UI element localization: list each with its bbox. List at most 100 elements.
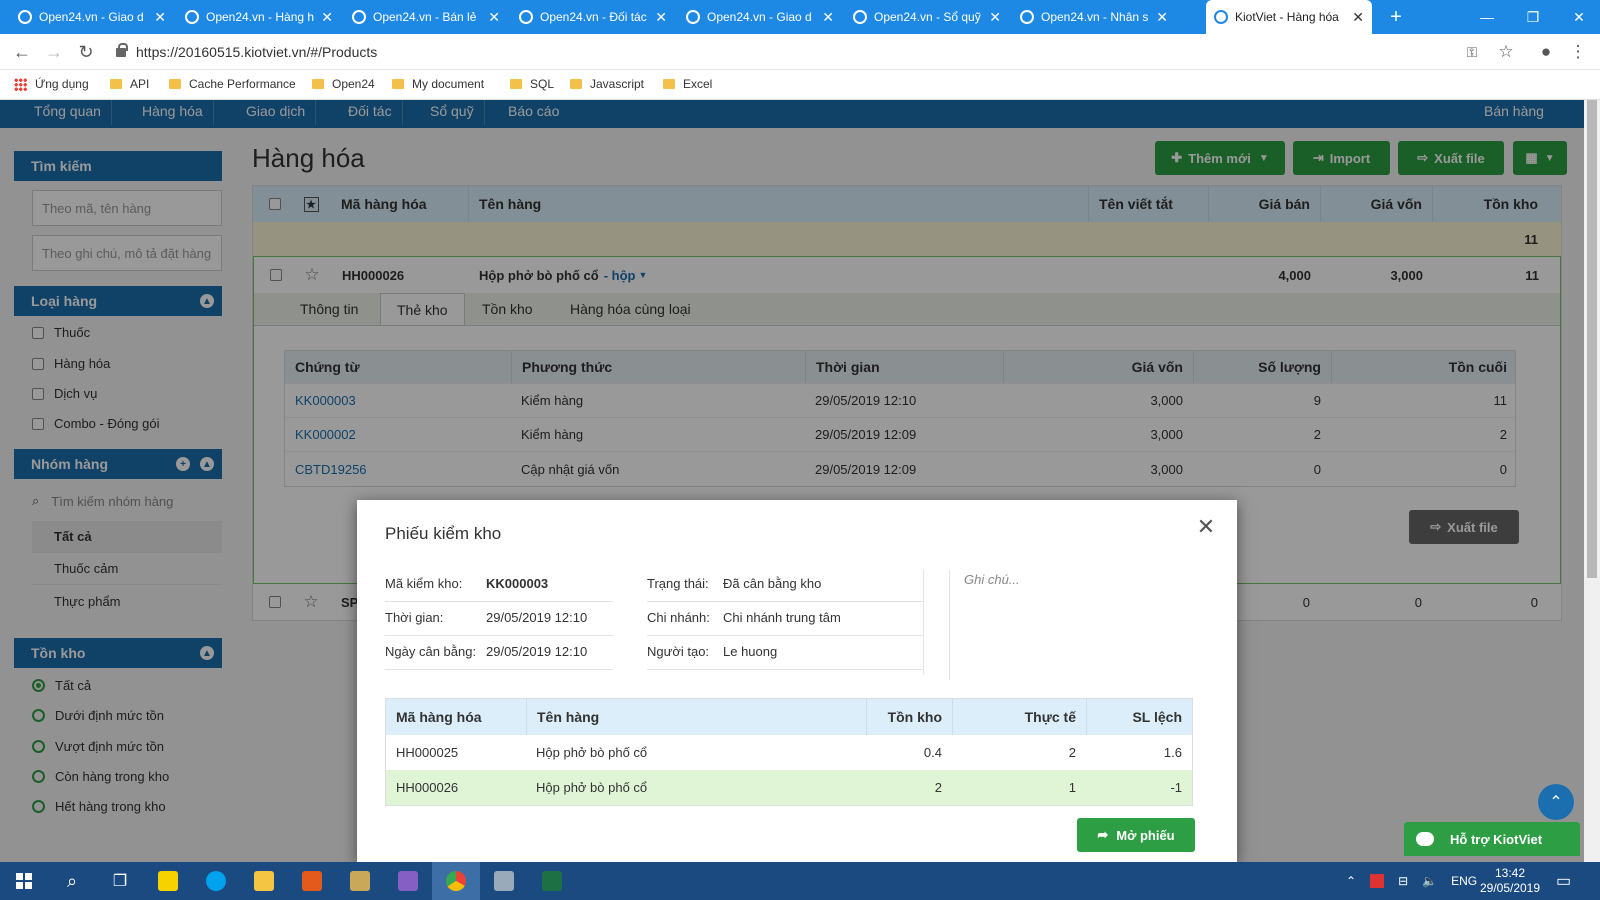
bookmark-item[interactable]: API bbox=[110, 77, 149, 91]
close-tab-icon[interactable]: ✕ bbox=[1156, 9, 1168, 26]
bookmark-item[interactable]: SQL bbox=[510, 77, 554, 91]
time-label: Thời gian: bbox=[385, 610, 444, 625]
folder-icon bbox=[510, 79, 522, 89]
bookmark-item[interactable]: Excel bbox=[663, 77, 712, 91]
url-text: https://20160515.kiotviet.vn/#/Products bbox=[136, 44, 378, 60]
system-tray: ⌃ ⊟ 🔈 ENG bbox=[1346, 862, 1477, 900]
chrome-icon[interactable] bbox=[432, 862, 480, 900]
address-bar-row: ← → ↻ https://20160515.kiotviet.vn/#/Pro… bbox=[0, 34, 1600, 70]
open24-favicon-icon bbox=[1020, 10, 1034, 24]
divider bbox=[385, 669, 613, 670]
folder-icon bbox=[110, 79, 122, 89]
minimize-button[interactable]: — bbox=[1464, 0, 1510, 34]
browser-tab[interactable]: Open24.vn - Sổ quỹ ✕ bbox=[845, 0, 1009, 34]
key-icon[interactable]: ⚿ bbox=[1460, 40, 1484, 64]
folder-icon bbox=[169, 79, 181, 89]
bookmarks-bar: Ứng dụng API Cache Performance Open24 My… bbox=[0, 70, 1600, 100]
support-chat-button[interactable]: Hỗ trợ KiotViet bbox=[1404, 822, 1580, 856]
close-tab-icon[interactable]: ✕ bbox=[1352, 9, 1364, 26]
bookmark-label: Ứng dụng bbox=[35, 77, 89, 91]
modal-title: Phiếu kiểm kho bbox=[385, 524, 502, 543]
file-explorer-icon[interactable] bbox=[240, 862, 288, 900]
chat-bubble-icon bbox=[1416, 832, 1434, 846]
browser-tab[interactable]: Open24.vn - Nhân s ✕ bbox=[1012, 0, 1176, 34]
divider bbox=[647, 635, 923, 636]
page-scrollbar[interactable] bbox=[1584, 100, 1600, 862]
close-tab-icon[interactable]: ✕ bbox=[989, 9, 1001, 26]
items-cell: 2 bbox=[1068, 745, 1076, 760]
creator-label: Người tạo: bbox=[647, 644, 710, 659]
open24-favicon-icon bbox=[18, 10, 32, 24]
items-col: SL lệch bbox=[1086, 699, 1192, 735]
divider bbox=[647, 669, 923, 670]
scrollbar-thumb[interactable] bbox=[1587, 100, 1597, 578]
browser-tab[interactable]: Open24.vn - Đối tác ✕ bbox=[511, 0, 675, 34]
bookmark-apps[interactable]: Ứng dụng bbox=[14, 77, 89, 91]
bookmark-label: Open24 bbox=[332, 77, 375, 91]
antivirus-icon[interactable] bbox=[1370, 874, 1385, 888]
skype-icon[interactable] bbox=[192, 862, 240, 900]
close-tab-icon[interactable]: ✕ bbox=[488, 9, 500, 26]
open-voucher-button[interactable]: ➦ Mở phiếu bbox=[1077, 818, 1195, 852]
profile-icon[interactable]: ● bbox=[1534, 40, 1558, 64]
new-tab-button[interactable]: + bbox=[1376, 0, 1416, 34]
bookmark-item[interactable]: Cache Performance bbox=[169, 77, 296, 91]
items-cell: 1.6 bbox=[1163, 745, 1182, 760]
media-player-icon[interactable] bbox=[288, 862, 336, 900]
chevron-up-icon[interactable]: ⌃ bbox=[1346, 874, 1356, 888]
stocktake-time: 29/05/2019 12:10 bbox=[486, 610, 588, 625]
bookmark-label: SQL bbox=[530, 77, 555, 91]
excel-icon[interactable] bbox=[528, 862, 576, 900]
scroll-top-button[interactable]: ⌃ bbox=[1538, 784, 1574, 820]
close-tab-icon[interactable]: ✕ bbox=[655, 9, 667, 26]
browser-tab[interactable]: Open24.vn - Hàng h ✕ bbox=[177, 0, 341, 34]
button-label: Mở phiếu bbox=[1116, 827, 1175, 843]
back-button[interactable]: ← bbox=[10, 40, 34, 64]
menu-icon[interactable]: ⋮ bbox=[1566, 40, 1590, 64]
visual-studio-icon[interactable] bbox=[384, 862, 432, 900]
divider bbox=[949, 570, 950, 680]
clock[interactable]: 13:42 29/05/2019 bbox=[1470, 862, 1550, 900]
bookmark-item[interactable]: Open24 bbox=[312, 77, 375, 91]
bookmark-item[interactable]: Javascript bbox=[570, 77, 644, 91]
restore-button[interactable]: ❐ bbox=[1510, 0, 1556, 34]
browser-tab[interactable]: Open24.vn - Giao d ✕ bbox=[10, 0, 174, 34]
tab-title: Open24.vn - Giao d bbox=[707, 10, 812, 24]
network-icon[interactable]: ⊟ bbox=[1398, 874, 1408, 888]
items-cell: HH000025 bbox=[396, 745, 459, 760]
close-window-button[interactable]: ✕ bbox=[1556, 0, 1600, 34]
items-col: Mã hàng hóa bbox=[396, 709, 482, 725]
reload-button[interactable]: ↻ bbox=[74, 40, 98, 64]
globe-favicon-icon bbox=[352, 10, 366, 24]
tab-title: Open24.vn - Nhân s bbox=[1041, 10, 1149, 24]
items-col: Tồn kho bbox=[866, 699, 952, 735]
share-arrow-icon: ➦ bbox=[1097, 827, 1109, 842]
tools-icon[interactable] bbox=[336, 862, 384, 900]
divider bbox=[923, 570, 924, 674]
open24-favicon-icon bbox=[853, 10, 867, 24]
browser-tab-active[interactable]: KiotViet - Hàng hóa ✕ bbox=[1206, 0, 1372, 34]
volume-icon[interactable]: 🔈 bbox=[1422, 874, 1437, 888]
browser-tab[interactable]: Open24.vn - Bán lẻ ✕ bbox=[344, 0, 508, 34]
url-field[interactable]: https://20160515.kiotviet.vn/#/Products bbox=[116, 40, 377, 64]
remote-desktop-icon[interactable] bbox=[480, 862, 528, 900]
close-icon[interactable]: ✕ bbox=[1195, 514, 1217, 539]
creator-value: Le huong bbox=[723, 644, 778, 659]
items-col: Thực tế bbox=[952, 699, 1086, 735]
close-tab-icon[interactable]: ✕ bbox=[154, 9, 166, 26]
star-icon[interactable]: ☆ bbox=[1494, 40, 1518, 64]
bookmark-item[interactable]: My document bbox=[392, 77, 484, 91]
task-view-icon[interactable]: ❐ bbox=[96, 862, 144, 900]
sticky-notes-icon[interactable] bbox=[144, 862, 192, 900]
stocktake-modal: Phiếu kiểm kho ✕ Mã kiểm kho: KK000003 T… bbox=[357, 500, 1237, 862]
windows-start-icon[interactable] bbox=[0, 862, 48, 900]
forward-button[interactable]: → bbox=[42, 40, 66, 64]
close-tab-icon[interactable]: ✕ bbox=[822, 9, 834, 26]
close-tab-icon[interactable]: ✕ bbox=[321, 9, 333, 26]
browser-tab[interactable]: Open24.vn - Giao d ✕ bbox=[678, 0, 842, 34]
search-icon[interactable]: ⌕ bbox=[48, 862, 96, 900]
code-label: Mã kiểm kho: bbox=[385, 576, 463, 591]
notification-icon[interactable]: ▭ bbox=[1556, 862, 1571, 900]
note-field[interactable]: Ghi chú... bbox=[964, 572, 1020, 587]
windows-taskbar: ⌕ ❐ ⌃ ⊟ 🔈 ENG 13:42 29/05/2019 ▭ bbox=[0, 862, 1600, 900]
